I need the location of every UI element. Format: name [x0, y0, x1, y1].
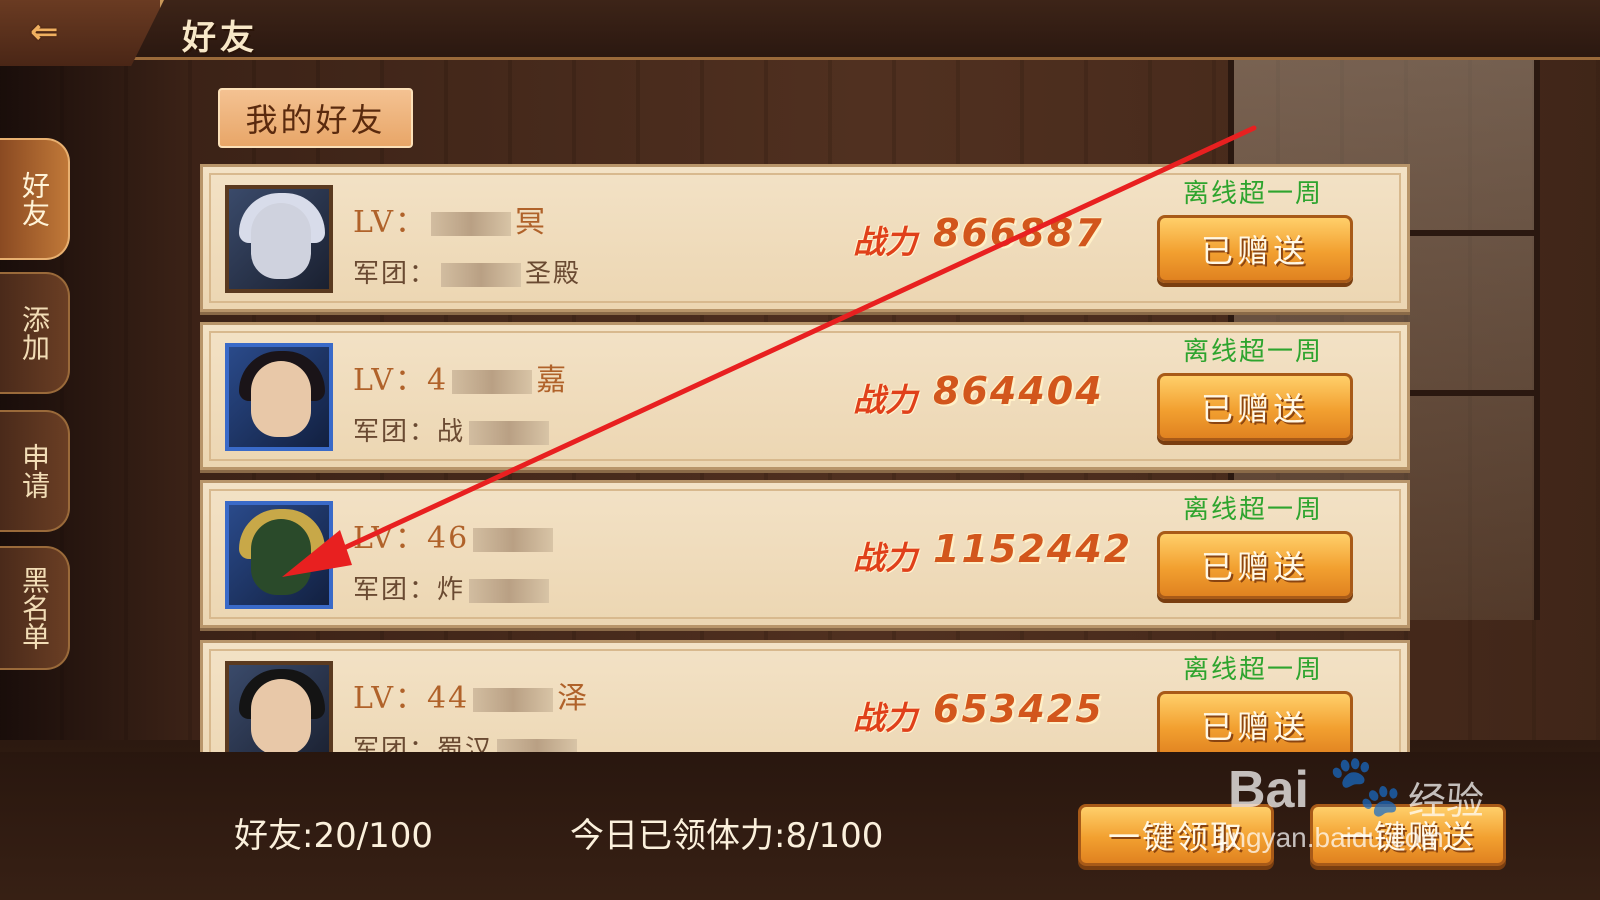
level-prefix: LV： [353, 521, 428, 556]
power-value: 866887 [933, 211, 1104, 255]
legion-line: 军团： 圣殿 [353, 253, 581, 290]
my-friends-tab[interactable]: 我的好友 [218, 88, 413, 148]
tab-add[interactable]: 添加 [0, 272, 70, 394]
friend-row: LV：44 泽 军团：蜀汉 战力 653425 离线超一周 已赠送 [200, 640, 1410, 752]
gift-button[interactable]: 已赠送 [1157, 531, 1353, 599]
gift-button[interactable]: 已赠送 [1157, 691, 1353, 752]
legion-prefix: 军团： [353, 259, 438, 289]
tab-label: 好友 [18, 171, 51, 227]
mosaic-blur [441, 263, 522, 287]
power-value: 864404 [933, 369, 1104, 413]
tab-label: 申请 [18, 443, 51, 499]
legion-line: 军团：炸 [353, 569, 553, 606]
level-line: LV：46 [353, 513, 557, 557]
legion-name: 蜀汉 [437, 735, 494, 752]
mosaic-blur [431, 212, 512, 236]
tab-label: 黑名单 [18, 566, 51, 650]
friend-row: LV： 冥 军团： 圣殿 战力 866887 离线超一周 已赠送 [200, 164, 1410, 312]
level-value: 46 [427, 521, 470, 556]
avatar[interactable] [225, 501, 333, 609]
friend-count: 好友:20/100 [234, 816, 434, 856]
avatar-face [251, 361, 311, 437]
gift-button[interactable]: 已赠送 [1157, 373, 1353, 441]
legion-name: 圣殿 [525, 259, 582, 289]
level-line: LV： 冥 [353, 197, 547, 241]
level-value: 44 [427, 681, 470, 716]
level-line: LV：4 嘉 [353, 355, 568, 399]
stamina-received: 今日已领体力:8/100 [570, 816, 884, 856]
power-label: 战力 [853, 539, 918, 577]
back-arrow-icon: ⇐ [30, 12, 59, 52]
gift-all-button[interactable]: 一键赠送 [1310, 804, 1506, 866]
avatar[interactable] [225, 661, 333, 752]
mosaic-blur [452, 370, 533, 394]
collect-all-button[interactable]: 一键领取 [1078, 804, 1274, 866]
mosaic-blur [473, 688, 554, 712]
level-prefix: LV： [353, 205, 428, 240]
top-bar: ⇐ 好友 [0, 0, 1600, 66]
online-status: 离线超一周 [1183, 337, 1324, 367]
legion-line: 军团：蜀汉 [353, 729, 581, 752]
tab-friends[interactable]: 好友 [0, 138, 70, 260]
legion-line: 军团：战 [353, 411, 553, 448]
friend-row: LV：46 军团：炸 战力 1152442 离线超一周 已赠送 [200, 480, 1410, 628]
mosaic-blur [469, 421, 550, 445]
friend-list[interactable]: LV：冥 军团： 圣殿 战力 866887 离线超一周 已赠送 LV：4 嘉 军团：… [200, 160, 1410, 752]
avatar[interactable] [225, 343, 333, 451]
legion-name: 炸 [437, 575, 466, 605]
tab-requests[interactable]: 申请 [0, 410, 70, 532]
level-prefix: LV： [353, 681, 428, 716]
online-status: 离线超一周 [1183, 179, 1324, 209]
mosaic-blur [473, 528, 554, 552]
power-label: 战力 [853, 699, 918, 737]
avatar[interactable] [225, 185, 333, 293]
level-value: 4 [427, 363, 449, 398]
online-status: 离线超一周 [1183, 655, 1324, 685]
player-name: 嘉 [536, 363, 569, 398]
level-line: LV：44 泽 [353, 673, 589, 717]
page-title: 好友 [182, 18, 258, 58]
level-prefix: LV： [353, 363, 428, 398]
mosaic-blur [469, 579, 550, 603]
legion-name: 战 [437, 417, 466, 447]
back-button[interactable]: ⇐ [0, 0, 164, 66]
player-name: 泽 [557, 681, 590, 716]
legion-prefix: 军团： [353, 417, 438, 447]
avatar-face [251, 519, 311, 595]
legion-prefix: 军团： [353, 735, 438, 752]
player-name: 冥 [515, 205, 548, 240]
tab-label: 添加 [18, 305, 51, 361]
avatar-face [251, 679, 311, 752]
friend-row: LV：4 嘉 军团：战 战力 864404 离线超一周 已赠送 [200, 322, 1410, 470]
avatar-face [251, 203, 311, 279]
gift-button[interactable]: 已赠送 [1157, 215, 1353, 283]
power-label: 战力 [853, 223, 918, 261]
mosaic-blur [497, 739, 578, 752]
legion-prefix: 军团： [353, 575, 438, 605]
power-value: 1152442 [933, 527, 1133, 571]
power-value: 653425 [933, 687, 1104, 731]
online-status: 离线超一周 [1183, 495, 1324, 525]
tab-blacklist[interactable]: 黑名单 [0, 546, 70, 670]
power-label: 战力 [853, 381, 918, 419]
